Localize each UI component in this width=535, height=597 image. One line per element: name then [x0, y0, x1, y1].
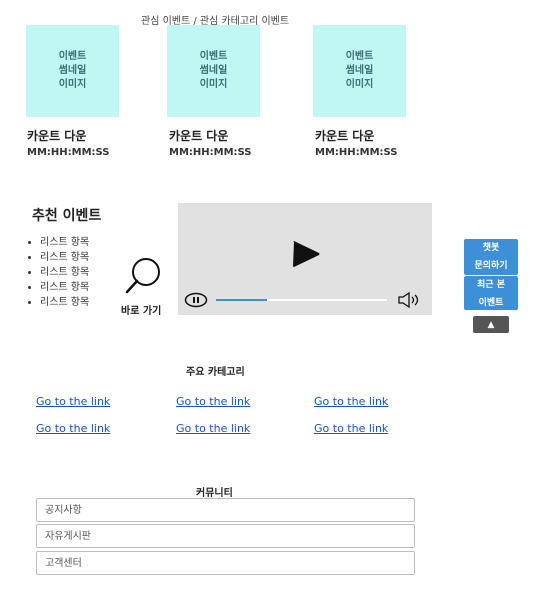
countdown-label-2: 카운트 다운	[169, 129, 229, 143]
progress-fill	[216, 299, 268, 301]
category-link[interactable]: Go to the link	[176, 395, 250, 408]
recent-label: 최근 본	[477, 280, 505, 290]
list-item[interactable]: 리스트 항목	[40, 280, 89, 295]
community-item-freeboard[interactable]: 자유게시판	[36, 524, 415, 548]
chatbot-button[interactable]: 챗봇 문의하기	[464, 239, 518, 275]
arrow-up-icon: ▲	[487, 319, 495, 330]
category-section-title: 주요 카테고리	[186, 367, 245, 378]
event-thumbnail-1[interactable]: 이벤트 썸네일 이미지	[26, 25, 119, 117]
scroll-top-button[interactable]: ▲	[473, 316, 509, 333]
recommended-list: 리스트 항목 리스트 항목 리스트 항목 리스트 항목 리스트 항목	[26, 235, 89, 310]
category-link[interactable]: Go to the link	[314, 395, 388, 408]
pause-icon[interactable]	[184, 292, 208, 308]
thumb-text: 이미지	[199, 79, 228, 90]
thumb-text: 이벤트	[199, 51, 228, 62]
list-item[interactable]: 리스트 항목	[40, 265, 89, 280]
recommended-title: 추천 이벤트	[32, 208, 102, 224]
recent-events-button[interactable]: 최근 본 이벤트	[464, 276, 518, 310]
thumb-text: 이벤트	[58, 51, 87, 62]
chatbot-label: 챗봇	[482, 243, 500, 253]
countdown-time-2: MM:HH:MM:SS	[169, 147, 252, 158]
category-link[interactable]: Go to the link	[176, 422, 250, 435]
community-item-support[interactable]: 고객센터	[36, 551, 415, 575]
countdown-label-1: 카운트 다운	[27, 129, 87, 143]
thumb-text: 썸네일	[58, 65, 87, 76]
shortcut-label[interactable]: 바로 가기	[121, 302, 161, 317]
community-section-title: 커뮤니티	[196, 488, 233, 499]
category-link[interactable]: Go to the link	[36, 395, 110, 408]
event-thumbnail-2[interactable]: 이벤트 썸네일 이미지	[167, 25, 260, 117]
thumb-text: 썸네일	[199, 65, 228, 76]
play-icon[interactable]	[291, 240, 321, 268]
list-item[interactable]: 리스트 항목	[40, 235, 89, 250]
category-link[interactable]: Go to the link	[314, 422, 388, 435]
thumb-text: 이벤트	[345, 51, 374, 62]
progress-track[interactable]	[216, 299, 387, 301]
list-item[interactable]: 리스트 항목	[40, 250, 89, 265]
recent-label: 이벤트	[478, 298, 504, 308]
countdown-time-1: MM:HH:MM:SS	[27, 147, 110, 158]
volume-icon[interactable]	[397, 291, 421, 309]
search-icon[interactable]	[124, 256, 164, 296]
thumb-text: 이미지	[58, 79, 87, 90]
thumb-text: 이미지	[345, 79, 374, 90]
event-thumbnail-3[interactable]: 이벤트 썸네일 이미지	[313, 25, 406, 117]
countdown-label-3: 카운트 다운	[315, 129, 375, 143]
category-link[interactable]: Go to the link	[36, 422, 110, 435]
list-item[interactable]: 리스트 항목	[40, 295, 89, 310]
video-player[interactable]	[178, 203, 432, 315]
thumb-text: 썸네일	[345, 65, 374, 76]
community-item-notice[interactable]: 공지사항	[36, 498, 415, 522]
chatbot-label: 문의하기	[474, 261, 508, 271]
countdown-time-3: MM:HH:MM:SS	[315, 147, 398, 158]
